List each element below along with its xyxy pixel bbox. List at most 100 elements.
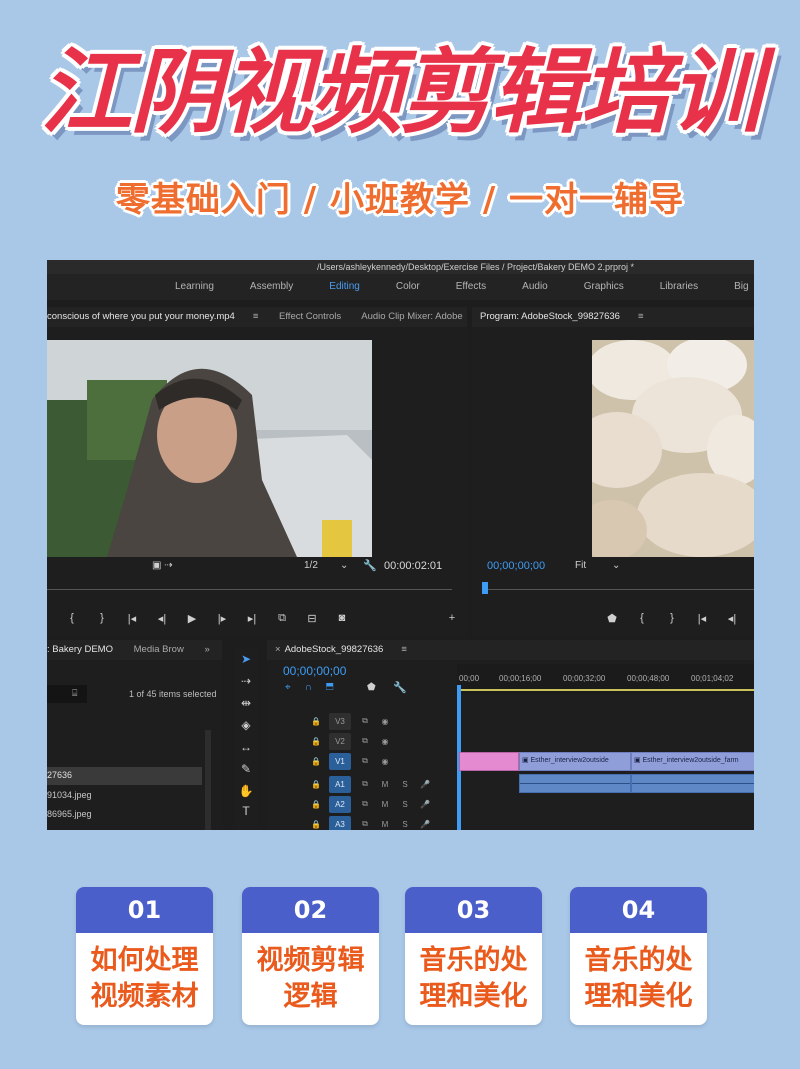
sync-icon[interactable]: ⧉ bbox=[355, 819, 375, 829]
menu-icon[interactable]: ≡ bbox=[401, 644, 407, 655]
audio-clip[interactable] bbox=[519, 774, 631, 793]
menu-icon[interactable]: ≡ bbox=[253, 311, 259, 322]
lock-icon[interactable]: 🔒 bbox=[307, 820, 325, 829]
solo-icon[interactable]: S bbox=[395, 780, 415, 789]
microphone-icon[interactable]: 🎤 bbox=[415, 800, 435, 809]
workspace-big-timeline[interactable]: Big Timeline bbox=[716, 274, 754, 318]
workspace-effects[interactable]: Effects bbox=[438, 274, 504, 300]
timeline-tool-icons[interactable]: ⌖∩⬒ bbox=[285, 682, 348, 693]
play-icon[interactable]: ▶ bbox=[177, 612, 207, 625]
close-icon[interactable]: × bbox=[275, 644, 281, 655]
track-label[interactable]: A2 bbox=[329, 795, 351, 813]
new-bin-icon[interactable]: ⌸ bbox=[72, 688, 77, 699]
ripple-edit-tool-icon[interactable]: ⇹ bbox=[234, 692, 258, 714]
chevron-down-icon[interactable]: ⌄ bbox=[612, 560, 620, 571]
project-item-name[interactable]: 86965.jpeg bbox=[47, 809, 92, 819]
solo-icon[interactable]: S bbox=[395, 820, 415, 829]
mute-icon[interactable]: M bbox=[375, 820, 395, 829]
pen-tool-icon[interactable]: ✎ bbox=[234, 758, 258, 780]
mute-icon[interactable]: M bbox=[375, 800, 395, 809]
workspace-graphics[interactable]: Graphics bbox=[566, 274, 642, 300]
step-forward-icon[interactable]: |▸ bbox=[207, 612, 237, 625]
workspace-learning[interactable]: Learning bbox=[157, 274, 232, 300]
step-back-icon[interactable]: ◂| bbox=[717, 612, 747, 625]
hand-tool-icon[interactable]: ✋ bbox=[234, 780, 258, 802]
video-clip-pink[interactable] bbox=[459, 752, 519, 771]
workspace-assembly[interactable]: Assembly bbox=[232, 274, 311, 300]
project-item-name[interactable]: 91034.jpeg bbox=[47, 790, 92, 800]
workspace-color[interactable]: Color bbox=[378, 274, 438, 300]
chevron-right-icon[interactable]: » bbox=[204, 644, 209, 655]
solo-icon[interactable]: S bbox=[395, 800, 415, 809]
source-controls-left[interactable]: ▣ ⇢ bbox=[152, 560, 173, 571]
audio-clip[interactable] bbox=[631, 774, 754, 793]
sync-icon[interactable]: ⧉ bbox=[355, 736, 375, 746]
mark-out-icon[interactable]: } bbox=[657, 612, 687, 625]
workspace-editing[interactable]: Editing bbox=[311, 274, 378, 300]
tab-media-browser[interactable]: Media Brow bbox=[134, 644, 184, 655]
chevron-down-icon[interactable]: ⌄ bbox=[340, 560, 348, 571]
workspace-audio[interactable]: Audio bbox=[504, 274, 566, 300]
go-to-in-icon[interactable]: |◂ bbox=[687, 612, 717, 625]
mark-in-icon[interactable]: { bbox=[57, 612, 87, 625]
track-label[interactable]: V3 bbox=[329, 712, 351, 730]
sync-icon[interactable]: ⧉ bbox=[355, 799, 375, 809]
marker-icon[interactable]: ⬟ bbox=[597, 612, 627, 625]
lock-icon[interactable]: 🔒 bbox=[307, 717, 325, 726]
wrench-icon[interactable]: 🔧 bbox=[393, 681, 407, 694]
eye-icon[interactable]: ◉ bbox=[375, 737, 395, 746]
source-zoom-select[interactable]: 1/2 bbox=[304, 560, 318, 571]
track-label[interactable]: A3 bbox=[329, 815, 351, 830]
tab-audio-clip-mixer[interactable]: Audio Clip Mixer: Adobe bbox=[361, 311, 462, 322]
lock-icon[interactable]: 🔒 bbox=[307, 800, 325, 809]
tab-project[interactable]: : Bakery DEMO bbox=[47, 644, 113, 655]
marker-icon[interactable]: ⬟ bbox=[367, 682, 376, 693]
track-select-tool-icon[interactable]: ⇢ bbox=[234, 670, 258, 692]
microphone-icon[interactable]: 🎤 bbox=[415, 820, 435, 829]
mute-icon[interactable]: M bbox=[375, 780, 395, 789]
menu-icon[interactable]: ≡ bbox=[638, 311, 644, 322]
program-playhead[interactable] bbox=[482, 582, 488, 594]
wrench-icon[interactable]: 🔧 bbox=[363, 559, 377, 572]
project-path: /Users/ashleykennedy/Desktop/Exercise Fi… bbox=[47, 260, 754, 274]
mark-out-icon[interactable]: } bbox=[87, 612, 117, 625]
workspace-libraries[interactable]: Libraries bbox=[642, 274, 716, 300]
go-to-out-icon[interactable]: ▸| bbox=[237, 612, 267, 625]
selection-tool-icon[interactable]: ➤ bbox=[234, 648, 258, 670]
project-search-input[interactable] bbox=[47, 685, 87, 703]
tab-source-clip[interactable]: conscious of where you put your money.mp… bbox=[47, 311, 235, 322]
sync-icon[interactable]: ⧉ bbox=[355, 779, 375, 789]
lock-icon[interactable]: 🔒 bbox=[307, 737, 325, 746]
razor-tool-icon[interactable]: ◈ bbox=[234, 714, 258, 736]
program-scrub-bar[interactable] bbox=[482, 589, 754, 590]
step-back-icon[interactable]: ◂| bbox=[147, 612, 177, 625]
add-button-icon[interactable]: + bbox=[437, 612, 467, 625]
video-clip[interactable]: ▣ Esther_interview2outside bbox=[519, 752, 631, 771]
lock-icon[interactable]: 🔒 bbox=[307, 757, 325, 766]
go-to-in-icon[interactable]: |◂ bbox=[117, 612, 147, 625]
program-fit-select[interactable]: Fit bbox=[575, 560, 586, 571]
slip-tool-icon[interactable]: ↔ bbox=[234, 736, 258, 758]
project-item-name[interactable]: 27636 bbox=[47, 770, 72, 780]
sync-icon[interactable]: ⧉ bbox=[355, 756, 375, 766]
type-tool-icon[interactable]: T bbox=[234, 800, 258, 822]
track-label[interactable]: V2 bbox=[329, 732, 351, 750]
eye-icon[interactable]: ◉ bbox=[375, 717, 395, 726]
microphone-icon[interactable]: 🎤 bbox=[415, 780, 435, 789]
lock-icon[interactable]: 🔒 bbox=[307, 780, 325, 789]
tab-effect-controls[interactable]: Effect Controls bbox=[279, 311, 341, 322]
program-title[interactable]: Program: AdobeStock_99827636 bbox=[480, 311, 620, 322]
sync-icon[interactable]: ⧉ bbox=[355, 716, 375, 726]
project-scrollbar[interactable] bbox=[205, 730, 211, 830]
track-label[interactable]: V1 bbox=[329, 752, 351, 770]
eye-icon[interactable]: ◉ bbox=[375, 757, 395, 766]
camera-icon[interactable]: ◙ bbox=[327, 612, 357, 625]
insert-icon[interactable]: ⧉ bbox=[267, 612, 297, 625]
track-label[interactable]: A1 bbox=[329, 775, 351, 793]
work-area-bar[interactable] bbox=[457, 689, 754, 691]
video-clip[interactable]: ▣ Esther_interview2outside_farm bbox=[631, 752, 754, 771]
source-scrub-bar[interactable] bbox=[47, 589, 452, 590]
overwrite-icon[interactable]: ⊟ bbox=[297, 612, 327, 625]
mark-in-icon[interactable]: { bbox=[627, 612, 657, 625]
sequence-name[interactable]: AdobeStock_99827636 bbox=[285, 644, 384, 655]
